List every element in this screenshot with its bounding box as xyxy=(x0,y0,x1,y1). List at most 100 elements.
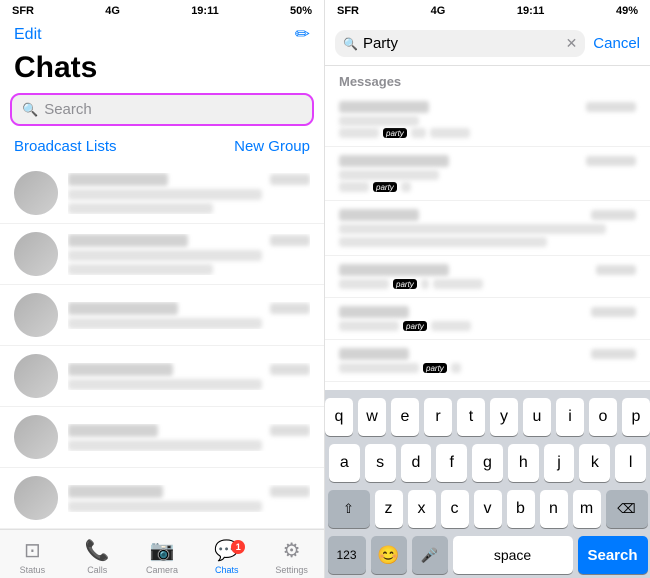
chat-content xyxy=(68,485,310,512)
keyboard-row-2: a s d f g h j k l xyxy=(329,444,646,482)
party-highlight: party xyxy=(403,321,427,331)
camera-icon: 📷 xyxy=(150,538,175,563)
key-r[interactable]: r xyxy=(424,398,452,436)
tab-status-label: Status xyxy=(20,565,46,575)
chats-title: Chats xyxy=(0,51,324,93)
search-input[interactable]: Party xyxy=(363,35,561,52)
tab-status[interactable]: ⊡ Status xyxy=(0,534,65,575)
right-network: 4G xyxy=(431,5,446,17)
list-item[interactable]: party xyxy=(325,256,650,298)
calls-icon: 📞 xyxy=(85,538,110,563)
key-e[interactable]: e xyxy=(391,398,419,436)
left-time: 19:11 xyxy=(191,5,219,17)
key-c[interactable]: c xyxy=(441,490,469,528)
chat-content xyxy=(68,302,310,329)
key-emoji[interactable]: 😊 xyxy=(371,536,407,574)
left-status-bar: SFR 4G 19:11 50% xyxy=(0,0,324,22)
key-q[interactable]: q xyxy=(325,398,353,436)
key-h[interactable]: h xyxy=(508,444,539,482)
avatar xyxy=(14,415,58,459)
key-z[interactable]: z xyxy=(375,490,403,528)
key-d[interactable]: d xyxy=(401,444,432,482)
party-highlight: party xyxy=(383,128,407,138)
tab-chats[interactable]: 💬 1 Chats xyxy=(194,534,259,575)
key-l[interactable]: l xyxy=(615,444,646,482)
key-i[interactable]: i xyxy=(556,398,584,436)
broadcast-lists-link[interactable]: Broadcast Lists xyxy=(14,138,117,155)
tab-settings-label: Settings xyxy=(275,565,308,575)
avatar xyxy=(14,232,58,276)
chat-content xyxy=(68,424,310,451)
list-item[interactable]: party xyxy=(325,147,650,201)
keyboard-row-1: q w e r t y u i o p xyxy=(329,398,646,436)
key-m[interactable]: m xyxy=(573,490,601,528)
key-b[interactable]: b xyxy=(507,490,535,528)
chat-content xyxy=(68,363,310,390)
left-carrier: SFR xyxy=(12,5,34,17)
list-item[interactable] xyxy=(325,201,650,256)
list-item[interactable]: party xyxy=(325,340,650,382)
tab-calls[interactable]: 📞 Calls xyxy=(65,534,130,575)
cancel-button[interactable]: Cancel xyxy=(593,35,640,52)
list-item[interactable] xyxy=(0,346,324,407)
party-highlight: party xyxy=(423,363,447,373)
keyboard-row-4: 123 😊 🎤 space Search xyxy=(329,536,646,574)
search-box[interactable]: 🔍 Search xyxy=(10,93,314,126)
key-n[interactable]: n xyxy=(540,490,568,528)
key-s[interactable]: s xyxy=(365,444,396,482)
chat-content xyxy=(68,234,310,275)
status-icon: ⊡ xyxy=(24,538,41,563)
search-input-wrap[interactable]: 🔍 Party ✕ xyxy=(335,30,585,57)
key-v[interactable]: v xyxy=(474,490,502,528)
search-icon: 🔍 xyxy=(343,37,358,51)
chat-list xyxy=(0,163,324,529)
key-p[interactable]: p xyxy=(622,398,650,436)
list-item[interactable]: party xyxy=(325,93,650,147)
chats-badge: 1 xyxy=(231,540,245,554)
key-o[interactable]: o xyxy=(589,398,617,436)
key-w[interactable]: w xyxy=(358,398,386,436)
key-y[interactable]: y xyxy=(490,398,518,436)
right-carrier: SFR xyxy=(337,5,359,17)
edit-button[interactable]: Edit xyxy=(14,26,42,44)
left-battery: 50% xyxy=(290,5,312,17)
bottom-tabs: ⊡ Status 📞 Calls 📷 Camera 💬 1 Chats ⚙ Se… xyxy=(0,529,324,578)
list-item[interactable] xyxy=(0,468,324,529)
search-clear-button[interactable]: ✕ xyxy=(566,35,578,52)
key-g[interactable]: g xyxy=(472,444,503,482)
key-j[interactable]: j xyxy=(544,444,575,482)
left-header: Edit ✏ xyxy=(0,22,324,51)
chat-content xyxy=(68,173,310,214)
key-k[interactable]: k xyxy=(579,444,610,482)
key-a[interactable]: a xyxy=(329,444,360,482)
list-item[interactable] xyxy=(0,285,324,346)
keyboard-row-3: ⇧ z x c v b n m ⌫ xyxy=(329,490,646,528)
avatar xyxy=(14,293,58,337)
right-battery: 49% xyxy=(616,5,638,17)
party-highlight: party xyxy=(393,279,417,289)
key-x[interactable]: x xyxy=(408,490,436,528)
tab-camera-label: Camera xyxy=(146,565,178,575)
tab-settings[interactable]: ⚙ Settings xyxy=(259,534,324,575)
chats-icon-wrap: 💬 1 xyxy=(214,538,239,563)
key-u[interactable]: u xyxy=(523,398,551,436)
tab-camera[interactable]: 📷 Camera xyxy=(130,534,195,575)
key-f[interactable]: f xyxy=(436,444,467,482)
key-shift[interactable]: ⇧ xyxy=(328,490,370,528)
key-mic[interactable]: 🎤 xyxy=(412,536,448,574)
messages-section-header: Messages xyxy=(325,66,650,93)
compose-icon[interactable]: ✏ xyxy=(295,24,310,45)
key-backspace[interactable]: ⌫ xyxy=(606,490,648,528)
settings-icon: ⚙ xyxy=(283,538,301,563)
key-123[interactable]: 123 xyxy=(328,536,366,574)
key-t[interactable]: t xyxy=(457,398,485,436)
key-space[interactable]: space xyxy=(453,536,573,574)
search-button[interactable]: Search xyxy=(578,536,648,574)
party-highlight: party xyxy=(373,182,397,192)
list-item[interactable] xyxy=(0,407,324,468)
new-group-link[interactable]: New Group xyxy=(234,138,310,155)
list-item[interactable]: party xyxy=(325,298,650,340)
list-item[interactable] xyxy=(0,163,324,224)
right-panel: SFR 4G 19:11 49% 🔍 Party ✕ Cancel Messag… xyxy=(325,0,650,578)
list-item[interactable] xyxy=(0,224,324,285)
